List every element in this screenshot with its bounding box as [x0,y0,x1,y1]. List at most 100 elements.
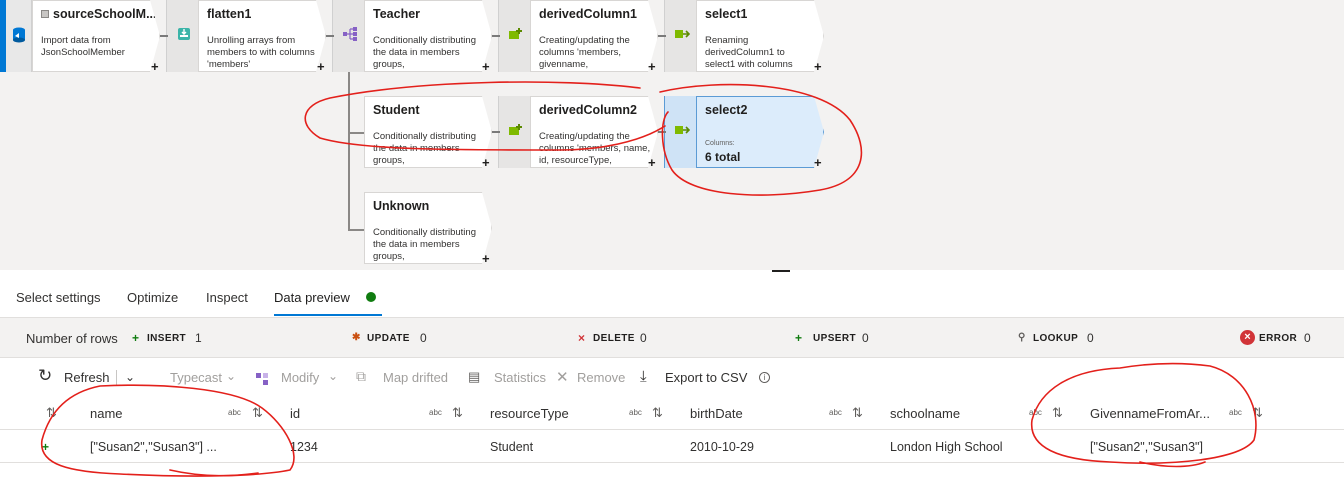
panel-resize-handle[interactable] [772,270,790,272]
settings-tabs: Select settings Optimize Inspect Data pr… [0,278,1344,318]
info-icon[interactable]: i [759,372,770,383]
columns-total: 6 total [705,150,741,164]
delete-count: 0 [640,331,647,345]
modify-icon [256,373,268,385]
column-header-name[interactable]: name [90,406,123,421]
error-count: 0 [1304,331,1311,345]
update-icon: ✱ [352,332,361,343]
node-description: Conditionally distributing the data in m… [373,131,476,166]
sort-icon[interactable]: ⇅ [852,405,863,421]
branch-connector [348,229,364,231]
node-unknown[interactable]: Unknown Conditionally distributing the d… [364,192,492,264]
node-derivedcolumn1[interactable]: derivedColumn1 Creating/updating the col… [530,0,658,72]
column-header-resourcetype[interactable]: resourceType [490,406,569,421]
sort-icon[interactable]: ⇅ [1052,405,1063,421]
column-header-id[interactable]: id [290,406,300,421]
derived-column-icon [509,124,522,135]
add-transform-button[interactable]: + [482,59,490,74]
string-type-icon: abc [228,408,241,417]
derived-column-icon [509,28,522,39]
status-dot [366,292,376,302]
sort-icon[interactable]: ⇅ [652,405,663,421]
insert-icon: + [132,331,140,345]
add-transform-button[interactable]: + [814,59,822,74]
refresh-icon: ↻ [38,366,53,385]
add-transform-button[interactable]: + [151,59,159,74]
add-transform-button[interactable]: + [648,59,656,74]
flow-connector [492,131,500,133]
branch-connector [348,132,364,134]
lookup-icon: ⚲ [1018,332,1026,343]
select-icon-box [664,0,696,72]
refresh-button[interactable]: Refresh [64,370,110,385]
table-row[interactable]: + ["Susan2","Susan3"] ... 1234 Student 2… [0,431,1344,463]
active-tab-indicator [274,314,382,316]
conditional-split-icon [343,27,357,41]
node-select1[interactable]: select1 Renaming derivedColumn1 to selec… [696,0,824,72]
row-sort-icon[interactable]: ⇅ [46,405,57,421]
node-teacher[interactable]: Teacher Conditionally distributing the d… [364,0,492,72]
tab-data-preview[interactable]: Data preview [274,290,350,305]
string-type-icon: abc [629,408,642,417]
insert-row-icon: + [42,440,50,454]
node-title: Teacher [373,7,421,21]
sort-icon[interactable]: ⇅ [452,405,463,421]
string-type-icon: abc [429,408,442,417]
upsert-count: 0 [862,331,869,345]
node-flatten[interactable]: flatten1 Unrolling arrays from members t… [198,0,326,72]
upsert-label: UPSERT [813,333,856,344]
add-transform-button[interactable]: + [317,59,325,74]
close-icon: ✕ [556,369,569,386]
typecast-button[interactable]: Typecast [170,370,222,385]
statistics-icon: ▤ [468,369,481,384]
chevron-down-icon[interactable]: ⌄ [125,370,135,384]
flatten-icon [178,28,190,40]
add-transform-button[interactable]: + [482,155,490,170]
statistics-button[interactable]: Statistics [494,370,546,385]
add-transform-button[interactable]: + [814,155,822,170]
update-count: 0 [420,331,427,345]
node-title: derivedColumn2 [539,103,637,117]
chevron-down-icon: ⌄ [226,369,237,383]
string-type-icon: abc [1229,408,1242,417]
flow-connector [160,35,168,37]
tab-inspect[interactable]: Inspect [206,290,248,305]
export-csv-button[interactable]: Export to CSV [665,370,747,385]
annotation-underline-name [169,469,259,477]
chevron-down-icon: ⌄ [328,369,339,383]
grid-header: ⇅ name abc ⇅ id abc ⇅ resourceType abc ⇅… [0,396,1344,430]
node-description: Conditionally distributing the data in m… [373,227,476,262]
map-drifted-button[interactable]: Map drifted [383,370,448,385]
node-title: sourceSchoolM... [53,7,157,21]
insert-label: INSERT [147,333,187,344]
node-title: Student [373,103,420,117]
dataflow-canvas[interactable]: sourceSchoolM... Import data from JsonSc… [0,0,1344,270]
sort-icon[interactable]: ⇅ [1252,405,1263,421]
node-student[interactable]: Student Conditionally distributing the d… [364,96,492,168]
rows-label: Number of rows [26,331,118,346]
dataset-icon [41,10,49,18]
column-header-givennamefromarray[interactable]: GivennameFromAr... [1090,406,1210,421]
delete-label: DELETE [593,333,635,344]
flatten-icon-box [166,0,198,72]
tab-select-settings[interactable]: Select settings [16,290,101,305]
string-type-icon: abc [1029,408,1042,417]
node-description: Creating/updating the columns 'members, … [539,131,651,166]
flow-connector [658,131,666,133]
node-description: Unrolling arrays from members to with co… [207,35,315,70]
error-icon: × [1240,330,1255,345]
remove-button[interactable]: Remove [577,370,625,385]
add-transform-button[interactable]: + [648,155,656,170]
tab-optimize[interactable]: Optimize [127,290,178,305]
select-icon [675,126,690,134]
modify-button[interactable]: Modify [281,370,319,385]
database-icon [13,27,25,43]
node-source[interactable]: sourceSchoolM... Import data from JsonSc… [32,0,160,72]
node-select2[interactable]: select2 Columns: 6 total [696,96,824,168]
column-header-birthdate[interactable]: birthDate [690,406,743,421]
sort-icon[interactable]: ⇅ [252,405,263,421]
column-header-schoolname[interactable]: schoolname [890,406,960,421]
node-derivedcolumn2[interactable]: derivedColumn2 Creating/updating the col… [530,96,658,168]
preview-toolbar: ↻ Refresh ⌄ Typecast ⌄ Modify ⌄ ⧉ Map dr… [0,360,1344,396]
add-transform-button[interactable]: + [482,251,490,266]
